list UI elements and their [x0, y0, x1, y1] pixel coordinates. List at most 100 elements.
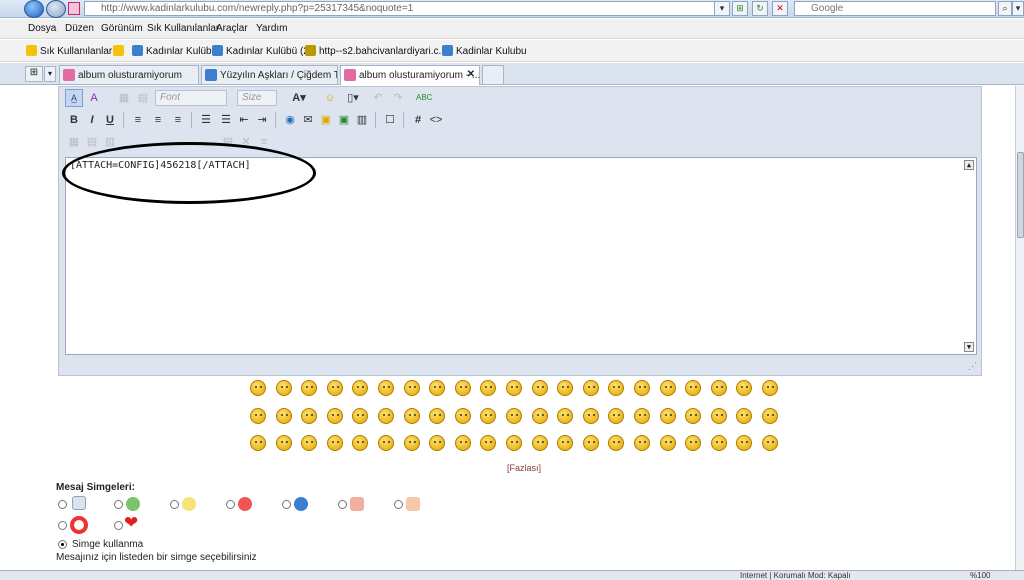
paste-text-icon[interactable]: ▤	[134, 89, 152, 107]
search-input[interactable]: Google	[794, 1, 996, 16]
smiley-icon[interactable]	[326, 408, 343, 424]
url-dropdown-button[interactable]: ▾	[714, 1, 730, 16]
menu-edit[interactable]: Düzen	[65, 23, 94, 34]
font-select[interactable]: Font	[155, 90, 227, 106]
zoom-level[interactable]: %100	[970, 571, 990, 580]
tab-1[interactable]: album olusturamiyorum	[59, 65, 199, 84]
favorites-button[interactable]: Sık Kullanılanlar	[26, 45, 112, 57]
smiley-icon[interactable]	[250, 408, 266, 424]
smiley-icon[interactable]	[378, 435, 394, 451]
smiley-icon[interactable]	[659, 435, 676, 451]
smiley-icon[interactable]	[506, 380, 522, 396]
smiley-icon[interactable]	[480, 435, 497, 451]
smiley-icon[interactable]	[710, 408, 727, 424]
smiley-icon[interactable]	[454, 380, 471, 396]
smiley-icon[interactable]	[736, 408, 753, 424]
smiley-icon[interactable]	[352, 435, 369, 451]
smiley-icon[interactable]	[582, 435, 599, 451]
quote-icon[interactable]: ☐	[381, 111, 399, 129]
smiley-icon[interactable]	[531, 408, 548, 424]
search-icon[interactable]: ⌕	[998, 1, 1012, 16]
smiley-icon[interactable]	[557, 408, 574, 424]
indent-icon[interactable]: ⇥	[253, 111, 271, 129]
undo-icon[interactable]: ↶	[369, 89, 387, 107]
table-row-icon[interactable]: ▤	[83, 133, 101, 151]
smiley-icon[interactable]	[608, 380, 625, 396]
menu-favorites[interactable]: Sık Kullanılanlar	[147, 23, 219, 34]
smiley-icon[interactable]	[480, 408, 497, 424]
smiley-icon[interactable]	[582, 380, 599, 396]
smiley-icon[interactable]	[352, 408, 369, 424]
smiley-icon[interactable]	[403, 408, 420, 424]
no-icon-radio[interactable]	[58, 540, 67, 549]
smiley-icon[interactable]	[352, 380, 369, 396]
email-link-icon[interactable]: ✉	[299, 111, 317, 129]
attachment-menu-icon[interactable]: ▯▾	[341, 89, 365, 107]
add-favorite-icon[interactable]	[113, 45, 127, 57]
smiley-icon[interactable]	[454, 435, 471, 451]
smiley-icon[interactable]	[659, 408, 676, 424]
menu-tools[interactable]: Araçlar	[216, 23, 248, 34]
search-options-button[interactable]: ▾	[1012, 1, 1024, 16]
icon-radio-2[interactable]	[114, 500, 123, 509]
smiley-icon[interactable]	[275, 435, 292, 451]
url-field[interactable]: http://www.kadinlarkulubu.com/newreply.p…	[84, 1, 724, 16]
smiley-icon[interactable]	[326, 380, 343, 396]
smiley-icon[interactable]	[378, 408, 394, 424]
smiley-icon[interactable]	[685, 408, 702, 424]
smiley-icon[interactable]	[378, 380, 394, 396]
menu-help[interactable]: Yardım	[256, 23, 288, 34]
smiley-icon[interactable]	[736, 435, 753, 451]
stop-icon[interactable]: ✕	[772, 1, 788, 16]
smiley-icon[interactable]	[506, 408, 522, 424]
italic-button[interactable]: I	[83, 111, 101, 129]
smiley-icon[interactable]	[608, 408, 625, 424]
smiley-icon[interactable]	[634, 380, 650, 396]
underline-button[interactable]: U	[101, 111, 119, 129]
scrollbar-thumb[interactable]	[1017, 152, 1024, 238]
insert-link-icon[interactable]: ◉	[281, 111, 299, 129]
smiley-icon[interactable]	[429, 380, 446, 396]
smiley-icon[interactable]	[557, 435, 574, 451]
more-smilies-link[interactable]: [Fazlası]	[507, 463, 541, 473]
tab-list-button[interactable]: ▾	[44, 66, 56, 82]
align-left-icon[interactable]: ≡	[129, 111, 147, 129]
back-button[interactable]	[24, 0, 44, 18]
spellcheck-icon[interactable]: ABC	[415, 89, 433, 107]
smiley-icon[interactable]	[531, 380, 548, 396]
smiley-icon[interactable]	[659, 380, 676, 396]
smiley-icon[interactable]	[531, 435, 548, 451]
tab-3-active[interactable]: album olusturamiyorum - ... ✕	[340, 65, 480, 85]
size-select[interactable]: Size	[237, 90, 277, 106]
smiley-icon[interactable]	[608, 435, 625, 451]
favorite-link-1[interactable]: Kadınlar Kulübü	[132, 45, 217, 57]
unordered-list-icon[interactable]: ☰	[217, 111, 235, 129]
insert-video-icon[interactable]: ▣	[335, 111, 353, 129]
smiley-icon[interactable]	[403, 435, 420, 451]
quick-tabs-icon[interactable]: ⊞	[25, 66, 43, 82]
ordered-list-icon[interactable]: ☰	[197, 111, 215, 129]
smiley-icon[interactable]	[557, 380, 574, 396]
smiley-icon[interactable]	[506, 435, 522, 451]
smiley-icon[interactable]	[582, 408, 599, 424]
code-icon[interactable]: <>	[427, 111, 445, 129]
smiley-icon[interactable]	[710, 380, 727, 396]
page-scrollbar[interactable]	[1015, 86, 1024, 570]
smiley-icon[interactable]	[685, 380, 702, 396]
smiley-icon[interactable]	[762, 408, 778, 424]
align-right-icon[interactable]: ≡	[169, 111, 187, 129]
icon-radio-8[interactable]	[58, 521, 67, 530]
message-textarea[interactable]: [ATTACH=CONFIG]456218[/ATTACH] ▲ ▼	[62, 142, 977, 355]
insert-media-icon[interactable]: ▥	[353, 111, 371, 129]
smiley-icon[interactable]	[275, 408, 292, 424]
bold-button[interactable]: B	[65, 111, 83, 129]
smiley-icon[interactable]	[710, 435, 727, 451]
text-color-button[interactable]: A▾	[287, 89, 311, 107]
smiley-icon[interactable]	[762, 435, 778, 451]
hash-tag-icon[interactable]: #	[409, 111, 427, 129]
smiley-icon[interactable]	[301, 380, 318, 396]
icon-radio-5[interactable]	[282, 500, 291, 509]
security-zone[interactable]: Internet | Korumalı Mod: Kapalı	[740, 571, 851, 580]
icon-radio-1[interactable]	[58, 500, 67, 509]
smiley-icon[interactable]	[454, 408, 471, 424]
